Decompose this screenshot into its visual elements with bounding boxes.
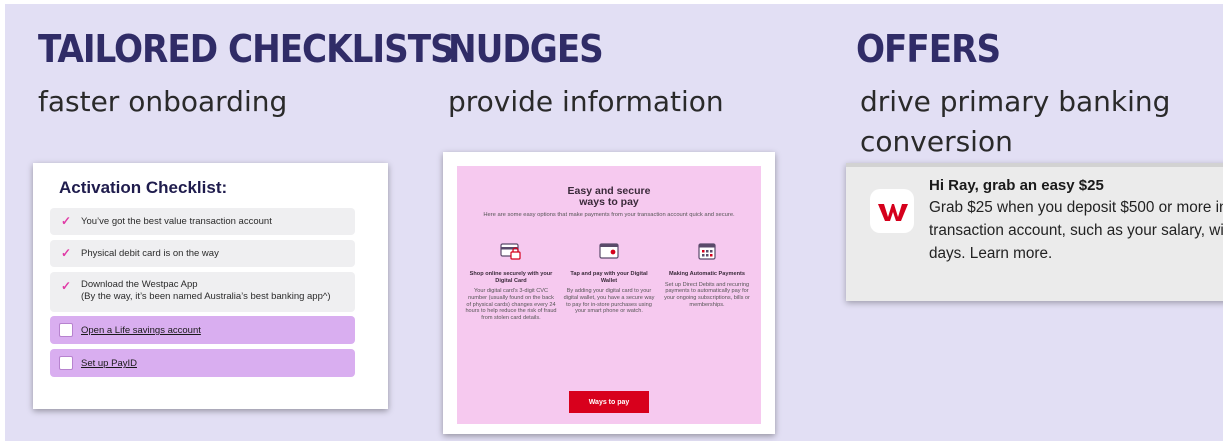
column-subtitle-nudges: provide information (448, 85, 724, 118)
column-subtitle-offers: drive primary banking conversion (860, 85, 1171, 158)
nudge-heading-line: ways to pay (579, 196, 639, 208)
nudge-column-automatic-payments: Making Automatic Payments Set up Direct … (661, 241, 753, 309)
nudge-column-digital-wallet: Tap and pay with your Digital Wallet By … (563, 241, 655, 315)
nudge-column-body: Set up Direct Debits and recurring payme… (664, 281, 750, 308)
nudge-intro: Here are some easy options that make pay… (483, 212, 735, 218)
check-icon: ✓ (61, 214, 72, 228)
calendar-icon (698, 243, 716, 260)
westpac-logo-icon (870, 189, 914, 233)
nudge-column-title: Making Automatic Payments (669, 271, 745, 277)
checklist-item-label: Download the Westpac App (81, 279, 198, 290)
ways-to-pay-button[interactable]: Ways to pay (569, 391, 649, 413)
offer-title: Hi Ray, grab an easy $25 (929, 177, 1104, 194)
card-lock-icon (500, 243, 521, 260)
wallet-icon (599, 243, 619, 259)
nudge-column-digital-card: Shop online securely with your Digital C… (465, 241, 557, 322)
checklist-title: Activation Checklist: (59, 178, 228, 197)
nudge-panel: Easy and secure ways to pay Here are som… (457, 166, 761, 424)
offer-body: Grab $25 when you deposit $500 or more i… (929, 199, 1223, 262)
checkbox-icon[interactable] (59, 323, 73, 337)
column-title-checklists: TAILORED CHECKLISTS (38, 27, 455, 71)
checklist-item-debit-card: ✓ Physical debit card is on the way (50, 240, 355, 267)
checklist-item-link[interactable]: Set up PayID (81, 358, 137, 370)
nudge-column-body: Your digital card’s 3-digit CVC number (… (465, 288, 557, 322)
offer-notification-card[interactable]: Hi Ray, grab an easy $25 Grab $25 when y… (846, 163, 1223, 301)
checkbox-icon[interactable] (59, 356, 73, 370)
column-subtitle-checklists: faster onboarding (38, 85, 288, 118)
column-title-nudges: NUDGES (448, 27, 604, 71)
nudge-email-card: Easy and secure ways to pay Here are som… (443, 152, 775, 434)
nudge-column-body: By adding your digital card to your digi… (563, 288, 655, 315)
checklist-item-set-up-payid[interactable]: Set up PayID (50, 349, 355, 377)
nudge-heading: Easy and secure ways to pay (457, 186, 761, 208)
check-icon: ✓ (61, 246, 72, 260)
activation-checklist-card: Activation Checklist: ✓ You’ve got the b… (33, 163, 388, 409)
checklist-item-best-value-account: ✓ You’ve got the best value transaction … (50, 208, 355, 235)
check-icon: ✓ (61, 279, 72, 293)
checklist-item-download-app: ✓ Download the Westpac App (By the way, … (50, 272, 355, 312)
checklist-item-link[interactable]: Open a Life savings account (81, 325, 201, 337)
slide-panel: TAILORED CHECKLISTS faster onboarding NU… (5, 4, 1223, 441)
checklist-item-open-savings[interactable]: Open a Life savings account (50, 316, 355, 344)
checklist-item-label: Physical debit card is on the way (81, 248, 219, 259)
nudge-column-title: Tap and pay with your Digital Wallet (570, 271, 648, 284)
checklist-item-sublabel: (By the way, it’s been named Australia’s… (81, 291, 331, 302)
column-title-offers: OFFERS (856, 27, 1001, 71)
nudge-column-title: Shop online securely with your Digital C… (469, 271, 553, 284)
checklist-item-label: You’ve got the best value transaction ac… (81, 216, 272, 227)
